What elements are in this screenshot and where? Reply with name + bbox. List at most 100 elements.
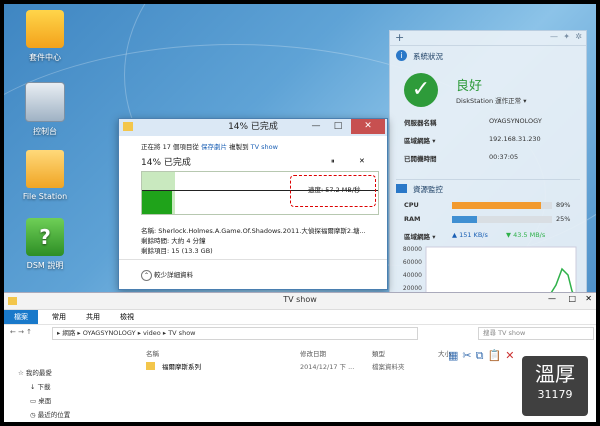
desktop-icon-label: 控制台: [33, 127, 57, 136]
minimize-icon[interactable]: —: [550, 32, 558, 41]
system-widget-panel: + — ✦ ✲ i 系統狀況 ✓ 良好 DiskStation 運作正常 ▾ 伺…: [389, 30, 587, 312]
nav-item-download[interactable]: ↓ 下載: [4, 379, 114, 393]
nav-item-favorites[interactable]: ☆ 我的最愛: [4, 365, 114, 379]
desktop-icon-package-center[interactable]: 套件中心: [10, 10, 80, 63]
download-rate-text: 43.5 MB/s: [513, 231, 546, 239]
fewer-details-label: 較少詳細資料: [154, 271, 194, 279]
column-header-type[interactable]: 類型: [372, 348, 385, 358]
ram-label: RAM: [404, 215, 421, 223]
file-explorer-window: TV show — □ ✕ 檔案 常用 共用 檢視 ← → ↑ ▸ 網路 ▸ O…: [4, 292, 596, 422]
settings-icon[interactable]: ✲: [575, 32, 582, 41]
server-name-value: OYAGSYNOLOGY: [489, 117, 542, 125]
info-icon: i: [396, 50, 407, 61]
add-widget-icon[interactable]: +: [395, 31, 404, 44]
watermark-line2: 31179: [537, 388, 573, 401]
desktop-icon-file-station[interactable]: File Station: [10, 150, 80, 201]
maximize-button[interactable]: □: [568, 294, 576, 303]
remaining-time: 剩餘時間: 大約 4 分鐘: [141, 237, 206, 245]
nav-back-forward[interactable]: ← → ↑: [10, 328, 32, 336]
desktop-icon-dsm-help[interactable]: ? DSM 說明: [10, 218, 80, 271]
nav-item-label: 最近的位置: [37, 411, 71, 419]
y-tick-label: 60000: [403, 259, 422, 266]
ribbon-tabs: 檔案 常用 共用 檢視: [4, 310, 596, 325]
lan-label-text: 區域網路: [404, 137, 430, 145]
control-panel-icon: [25, 82, 65, 122]
upload-rate: ▲ 151 KB/s: [452, 231, 488, 239]
uptime-value: 00:37:05: [489, 153, 519, 161]
lan-monitor-label[interactable]: 區域網路 ▾: [404, 231, 436, 241]
breadcrumb-item[interactable]: video: [143, 329, 161, 337]
nav-item-desktop[interactable]: ▭ 桌面: [4, 393, 114, 407]
package-center-icon: [26, 10, 64, 48]
nav-item-label: 我的最愛: [25, 369, 52, 377]
maximize-button[interactable]: □: [327, 119, 349, 134]
search-placeholder: 搜尋 TV show: [483, 329, 526, 337]
server-name-label: 伺服器名稱: [404, 119, 437, 127]
speed-history-area: [142, 190, 172, 214]
copy-description: 正在將 17 個項目從 保存劇片 複製到 TV show: [141, 141, 278, 151]
cpu-bar-track: [452, 202, 552, 209]
breadcrumb-item[interactable]: 網路: [62, 329, 75, 337]
pause-button[interactable]: ⏸: [331, 157, 335, 166]
y-tick-label: 80000: [403, 246, 422, 253]
close-button[interactable]: ✕: [351, 119, 385, 134]
nav-pane: ☆ 我的最愛 ↓ 下載 ▭ 桌面 ◷ 最近的位置: [4, 365, 114, 421]
column-header-name[interactable]: 名稱: [146, 348, 159, 358]
folder-icon: [8, 297, 17, 305]
remaining-items: 剩餘項目: 15 (13.3 GB): [141, 247, 213, 255]
pin-icon[interactable]: ✦: [563, 32, 570, 41]
copy-progress-dialog: 14% 已完成 — □ ✕ 正在將 17 個項目從 保存劇片 複製到 TV sh…: [118, 118, 388, 290]
minimize-button[interactable]: —: [548, 294, 556, 303]
monitor-icon: [396, 184, 407, 193]
column-header-size[interactable]: 大小: [438, 348, 451, 358]
divider: [119, 259, 387, 260]
chevron-up-icon: ⌃: [141, 270, 152, 281]
copy-mid: 複製到: [229, 143, 249, 151]
tab-file[interactable]: 檔案: [4, 310, 38, 324]
nav-item-label: 桌面: [38, 397, 52, 405]
tab-home[interactable]: 常用: [52, 312, 66, 322]
cancel-button[interactable]: ✕: [359, 157, 365, 165]
folder-icon: [146, 362, 155, 370]
close-button[interactable]: ✕: [585, 294, 592, 303]
upload-rate-text: 151 KB/s: [459, 231, 488, 239]
column-header-date[interactable]: 修改日期: [300, 348, 326, 358]
nav-item-recent[interactable]: ◷ 最近的位置: [4, 407, 114, 421]
destination-link[interactable]: TV show: [251, 143, 278, 151]
cpu-bar-fill: [452, 202, 541, 209]
ram-bar-fill: [452, 216, 477, 223]
nav-item-label: 下載: [37, 383, 51, 391]
tab-share[interactable]: 共用: [86, 312, 100, 322]
fewer-details-toggle[interactable]: ⌃ 較少詳細資料: [141, 269, 193, 281]
table-row[interactable]: 福爾摩斯系列 2014/12/17 下 ... 檔案資料夾: [140, 359, 450, 373]
transfer-speed-graph: 速度: 57.2 MB/秒: [141, 171, 379, 215]
folder-icon: [123, 122, 133, 131]
ram-bar-track: [452, 216, 552, 223]
desktop-icon-control-panel[interactable]: 控制台: [10, 82, 80, 137]
copy-prefix: 正在將 17 個項目從: [141, 143, 199, 151]
row-name: 福爾摩斯系列: [162, 363, 201, 371]
search-input[interactable]: 搜尋 TV show: [478, 327, 594, 340]
y-tick-label: 20000: [403, 285, 422, 292]
cpu-label: CPU: [404, 201, 419, 209]
lan-label[interactable]: 區域網路 ▾: [404, 135, 436, 145]
breadcrumb-item[interactable]: TV show: [168, 329, 195, 337]
checkmark-icon: ✓: [404, 73, 438, 107]
watermark-stamp: 溫厚 31179: [522, 356, 588, 416]
speed-label: 速度: 57.2 MB/秒: [308, 186, 361, 194]
source-link[interactable]: 保存劇片: [201, 143, 227, 151]
row-type: 檔案資料夾: [372, 363, 405, 371]
minimize-button[interactable]: —: [305, 119, 327, 134]
address-bar[interactable]: ▸ 網路 ▸ OYAGSYNOLOGY ▸ video ▸ TV show: [52, 327, 418, 340]
breadcrumb-item[interactable]: OYAGSYNOLOGY: [83, 329, 136, 337]
explorer-title: TV show: [283, 295, 317, 304]
explorer-titlebar: TV show — □ ✕: [4, 293, 596, 310]
desktop-icon-label: DSM 說明: [26, 261, 64, 270]
status-subtitle: DiskStation 運作正常 ▾: [456, 97, 527, 105]
tab-view[interactable]: 檢視: [120, 312, 134, 322]
desktop-icon-label: File Station: [22, 192, 68, 201]
desktop: 套件中心 控制台 File Station ? DSM 說明 + — ✦ ✲ i…: [4, 4, 596, 422]
current-file-name: 名稱: Sherlock.Holmes.A.Game.Of.Shadows.20…: [141, 227, 366, 235]
cpu-value: 89%: [556, 201, 571, 209]
row-date: 2014/12/17 下 ...: [300, 363, 355, 371]
